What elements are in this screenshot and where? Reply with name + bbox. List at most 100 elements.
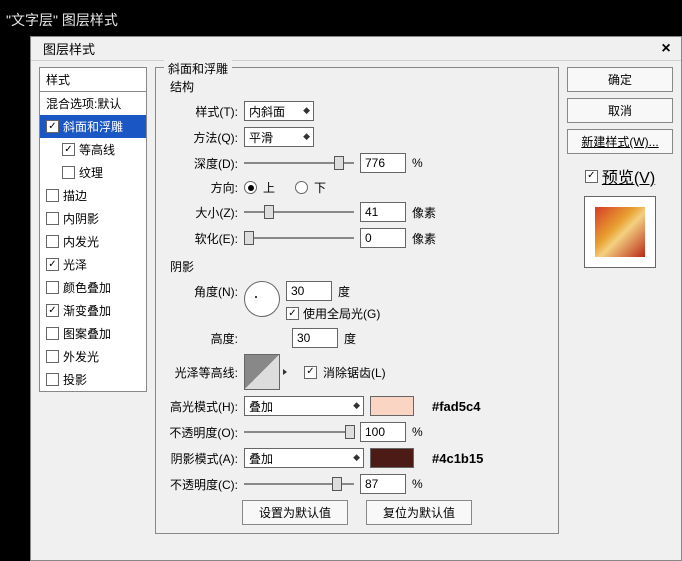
highlight-opacity-input[interactable]: 100	[360, 422, 406, 442]
style-item[interactable]: 内发光	[40, 230, 146, 253]
altitude-input[interactable]: 30	[292, 328, 338, 348]
style-item-label: 斜面和浮雕	[63, 118, 123, 135]
highlight-opacity-label: 不透明度(O):	[166, 424, 238, 441]
soften-input[interactable]: 0	[360, 228, 406, 248]
shadow-opacity-slider[interactable]	[244, 475, 354, 493]
style-checkbox[interactable]	[46, 212, 59, 225]
highlight-opacity-unit: %	[412, 425, 423, 439]
size-input[interactable]: 41	[360, 202, 406, 222]
style-checkbox[interactable]	[62, 166, 75, 179]
layer-style-dialog: 图层样式 × 样式 混合选项:默认 斜面和浮雕等高线纹理描边内阴影内发光光泽颜色…	[30, 36, 682, 561]
style-checkbox[interactable]	[46, 304, 59, 317]
use-global-light-checkbox[interactable]	[286, 307, 299, 320]
shadow-opacity-label: 不透明度(C):	[166, 476, 238, 493]
style-item-label: 颜色叠加	[63, 279, 111, 296]
style-item-label: 光泽	[63, 256, 87, 273]
style-checkbox[interactable]	[46, 258, 59, 271]
style-item-label: 纹理	[79, 164, 103, 181]
depth-slider[interactable]	[244, 154, 354, 172]
cancel-button[interactable]: 取消	[567, 98, 673, 123]
antialias-checkbox[interactable]	[304, 366, 317, 379]
style-checkbox[interactable]	[46, 281, 59, 294]
highlight-mode-select[interactable]: 叠加	[244, 396, 364, 416]
style-item-label: 图案叠加	[63, 325, 111, 342]
method-select[interactable]: 平滑	[244, 127, 314, 147]
app-window-title: "文字层" 图层样式	[0, 0, 682, 36]
style-item-label: 内发光	[63, 233, 99, 250]
style-item[interactable]: 描边	[40, 184, 146, 207]
direction-label: 方向:	[166, 179, 238, 196]
direction-down-label: 下	[314, 179, 326, 196]
preview-checkbox[interactable]	[585, 170, 598, 183]
altitude-unit: 度	[344, 330, 356, 347]
make-default-button[interactable]: 设置为默认值	[242, 500, 348, 525]
style-item[interactable]: 光泽	[40, 253, 146, 276]
highlight-opacity-slider[interactable]	[244, 423, 354, 441]
soften-unit: 像素	[412, 230, 436, 247]
style-item-label: 渐变叠加	[63, 302, 111, 319]
style-item-label: 内阴影	[63, 210, 99, 227]
style-item[interactable]: 图案叠加	[40, 322, 146, 345]
shadow-opacity-unit: %	[412, 477, 423, 491]
close-icon[interactable]: ×	[657, 40, 675, 58]
direction-up-radio[interactable]	[244, 181, 257, 194]
style-item[interactable]: 投影	[40, 368, 146, 391]
dialog-titlebar[interactable]: 图层样式 ×	[31, 37, 681, 61]
shadow-hex: #4c1b15	[432, 451, 483, 466]
style-item[interactable]: 斜面和浮雕	[40, 115, 146, 138]
style-item[interactable]: 颜色叠加	[40, 276, 146, 299]
size-label: 大小(Z):	[166, 204, 238, 221]
highlight-hex: #fad5c4	[432, 399, 480, 414]
ok-button[interactable]: 确定	[567, 67, 673, 92]
angle-dial[interactable]	[244, 281, 280, 317]
use-global-light-label: 使用全局光(G)	[303, 305, 380, 322]
soften-slider[interactable]	[244, 229, 354, 247]
size-slider[interactable]	[244, 203, 354, 221]
style-item-label: 投影	[63, 371, 87, 388]
right-column: 确定 取消 新建样式(W)... 预览(V)	[567, 67, 673, 552]
direction-down-radio[interactable]	[295, 181, 308, 194]
gloss-contour-picker[interactable]	[244, 354, 280, 390]
angle-label: 角度(N):	[166, 281, 238, 300]
altitude-label: 高度:	[166, 330, 238, 347]
preview-label: 预览(V)	[602, 164, 655, 188]
style-select[interactable]: 内斜面	[244, 101, 314, 121]
shadow-title: 阴影	[170, 258, 548, 275]
preview-box	[584, 196, 656, 268]
shadow-opacity-input[interactable]: 87	[360, 474, 406, 494]
style-label: 样式(T):	[166, 103, 238, 120]
style-item-label: 外发光	[63, 348, 99, 365]
style-checkbox[interactable]	[46, 350, 59, 363]
style-item[interactable]: 外发光	[40, 345, 146, 368]
shadow-mode-select[interactable]: 叠加	[244, 448, 364, 468]
style-item[interactable]: 渐变叠加	[40, 299, 146, 322]
style-checkbox[interactable]	[46, 120, 59, 133]
highlight-mode-label: 高光模式(H):	[166, 398, 238, 415]
depth-label: 深度(D):	[166, 155, 238, 172]
style-item-label: 等高线	[79, 141, 115, 158]
main-panel: 斜面和浮雕 结构 样式(T): 内斜面 方法(Q): 平滑 深度(D): 776…	[155, 67, 559, 552]
angle-unit: 度	[338, 283, 350, 300]
shadow-color-swatch[interactable]	[370, 448, 414, 468]
style-item[interactable]: 内阴影	[40, 207, 146, 230]
style-checkbox[interactable]	[62, 143, 75, 156]
highlight-color-swatch[interactable]	[370, 396, 414, 416]
depth-input[interactable]: 776	[360, 153, 406, 173]
style-checkbox[interactable]	[46, 373, 59, 386]
angle-input[interactable]: 30	[286, 281, 332, 301]
reset-default-button[interactable]: 复位为默认值	[366, 500, 472, 525]
blend-options-item[interactable]: 混合选项:默认	[40, 92, 146, 115]
styles-header[interactable]: 样式	[39, 67, 147, 92]
style-checkbox[interactable]	[46, 189, 59, 202]
new-style-button[interactable]: 新建样式(W)...	[567, 129, 673, 154]
style-item[interactable]: 等高线	[40, 138, 146, 161]
preview-swatch	[595, 207, 645, 257]
style-checkbox[interactable]	[46, 327, 59, 340]
style-checkbox[interactable]	[46, 235, 59, 248]
styles-column: 样式 混合选项:默认 斜面和浮雕等高线纹理描边内阴影内发光光泽颜色叠加渐变叠加图…	[39, 67, 147, 552]
dialog-title: 图层样式	[43, 39, 95, 58]
style-item[interactable]: 纹理	[40, 161, 146, 184]
method-label: 方法(Q):	[166, 129, 238, 146]
soften-label: 软化(E):	[166, 230, 238, 247]
bevel-emboss-group: 斜面和浮雕 结构 样式(T): 内斜面 方法(Q): 平滑 深度(D): 776…	[155, 67, 559, 534]
